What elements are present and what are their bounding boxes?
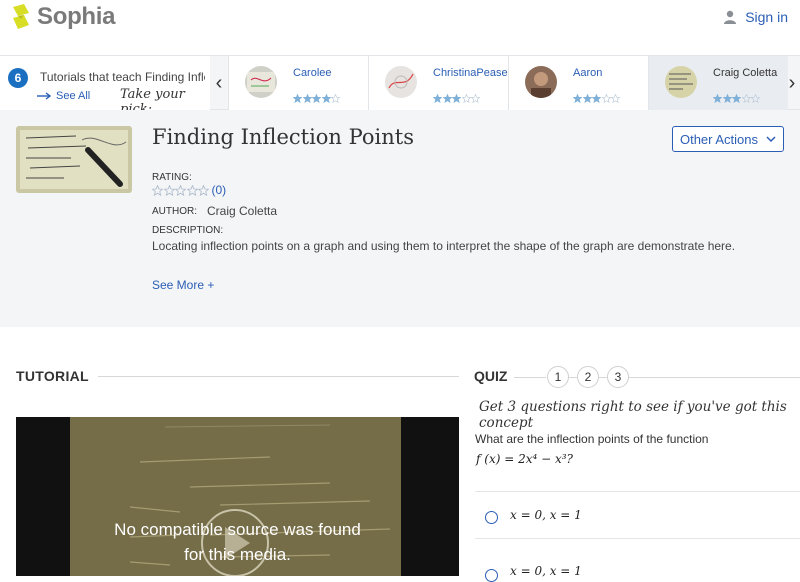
star-icon [452, 94, 461, 103]
star-outline-icon [163, 184, 175, 196]
sophia-logo-icon [13, 4, 29, 29]
star-icon [592, 94, 601, 103]
quiz-question-1[interactable]: 1 [547, 366, 569, 388]
tutorial-overview: Finding Inflection Points Other Actions … [0, 110, 800, 327]
tutorial-rating [713, 94, 761, 103]
star-outline-icon [186, 184, 198, 196]
star-outline-icon [175, 184, 186, 196]
tutorial-author-name: ChristinaPease [433, 67, 508, 79]
tutorial-count-badge: 6 [8, 68, 28, 88]
tutorial-rating-stars[interactable]: (0) [152, 183, 226, 197]
see-more-link[interactable]: See More + [152, 278, 214, 292]
sophia-logo[interactable]: Sophia [10, 3, 116, 31]
see-all-label: See All [56, 90, 91, 102]
option-divider [475, 491, 800, 492]
tutorial-thumbnail [245, 66, 277, 98]
sign-in-label: Sign in [745, 9, 788, 25]
tutorial-author-name: Aaron [573, 67, 603, 79]
author-label: AUTHOR: [152, 206, 197, 217]
tutorial-author-name: Craig Coletta [713, 67, 778, 79]
tutorial-thumbnail [525, 66, 557, 98]
star-icon [302, 94, 312, 103]
star-outline-icon [152, 184, 163, 196]
tutorial-carousel: 6 Tutorials that teach Finding Infle See… [0, 55, 800, 117]
star-icon [433, 94, 442, 103]
rating-count: (0) [211, 183, 227, 197]
tutorial-rating [573, 94, 621, 103]
star-icon [321, 94, 331, 103]
description-text: Locating inflection points on a graph an… [152, 239, 736, 253]
quiz-question-text: What are the inflection points of the fu… [475, 432, 709, 446]
star-icon [461, 94, 471, 103]
other-actions-label: Other Actions [679, 131, 759, 147]
tutorial-title: Finding Inflection Points [152, 125, 415, 149]
quiz-question-3[interactable]: 3 [607, 366, 629, 388]
tutorial-count-box: 6 Tutorials that teach Finding Infle See… [0, 56, 210, 117]
star-icon [471, 94, 480, 103]
star-icon [573, 94, 582, 103]
carousel-prev-button[interactable]: ‹ [210, 56, 228, 110]
empty-star-icons [152, 184, 210, 196]
video-player[interactable]: No compatible source was found for this … [16, 417, 459, 576]
star-icon [331, 94, 340, 103]
video-error-line-2: for this media. [184, 545, 291, 564]
tutorial-rating [433, 94, 481, 103]
chevron-right-icon: › [788, 72, 796, 94]
rating-label: RATING: [152, 172, 192, 183]
tutorial-author-name: Carolee [293, 67, 332, 79]
star-icon [713, 94, 722, 103]
answer-radio-1[interactable] [485, 511, 498, 524]
other-actions-button[interactable]: Other Actions [672, 126, 784, 152]
sign-in-link[interactable]: Sign in [723, 9, 788, 25]
chevron-down-icon [766, 135, 776, 142]
star-icon [601, 94, 611, 103]
author-name: Craig Coletta [207, 204, 278, 218]
quiz-formula: f (x) = 2x⁴ − x³? [476, 452, 573, 466]
tutorial-count-text: Tutorials that teach Finding Infle [40, 70, 205, 84]
tutorial-card-christinapease[interactable]: ChristinaPease [368, 56, 508, 110]
answer-option-1[interactable]: x = 0, x = 1 [510, 508, 582, 522]
quiz-divider [629, 377, 800, 378]
star-outline-icon [198, 184, 209, 196]
quiz-prompt: Get 3 questions right to see if you've g… [479, 399, 787, 431]
tutorial-card-craig-coletta[interactable]: Craig Coletta [648, 56, 788, 110]
tutorial-card-carolee[interactable]: Carolee [228, 56, 368, 110]
star-icon [312, 94, 321, 103]
tutorial-divider [98, 376, 459, 377]
quiz-divider [514, 377, 546, 378]
video-error-message: No compatible source was found for this … [16, 517, 459, 567]
tutorial-rating [293, 94, 341, 103]
tutorial-thumbnail [385, 66, 417, 98]
star-icon [722, 94, 732, 103]
arrow-right-icon [37, 92, 52, 100]
star-icon [751, 94, 760, 103]
description-label: DESCRIPTION: [152, 225, 224, 236]
top-bar: Sophia Sign in [0, 0, 800, 54]
star-icon [442, 94, 452, 103]
star-icon [293, 94, 302, 103]
star-icon [732, 94, 741, 103]
quiz-divider [599, 377, 607, 378]
star-icon [611, 94, 620, 103]
quiz-divider [569, 377, 577, 378]
tutorial-card-aaron[interactable]: Aaron [508, 56, 648, 110]
tutorial-preview-thumbnail[interactable] [16, 126, 132, 193]
quiz-heading: QUIZ [474, 368, 508, 384]
video-error-line-1: No compatible source was found [114, 520, 361, 539]
brand-name: Sophia [37, 3, 116, 30]
chevron-left-icon: ‹ [215, 72, 223, 94]
star-icon [582, 94, 592, 103]
star-icon [741, 94, 751, 103]
see-all-link[interactable]: See All [36, 90, 90, 102]
quiz-question-2[interactable]: 2 [577, 366, 599, 388]
carousel-next-button[interactable]: › [783, 56, 800, 110]
tutorial-heading: TUTORIAL [16, 368, 89, 384]
option-divider [475, 538, 800, 539]
tutorial-thumbnail [665, 66, 697, 98]
user-icon [724, 10, 737, 24]
